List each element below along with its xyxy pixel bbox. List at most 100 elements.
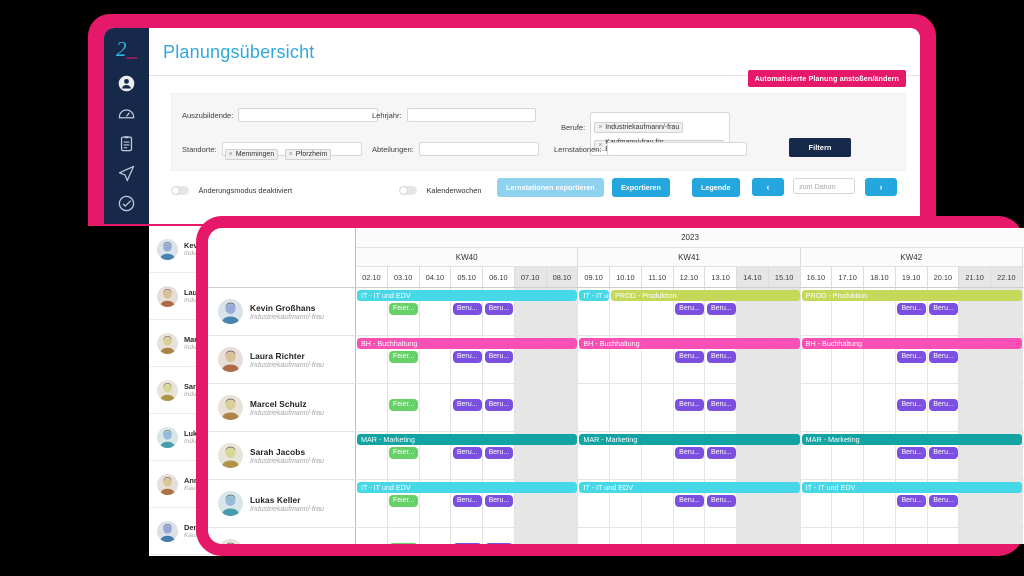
row-person-cell[interactable]: Marcel Schulz Industriekaufmann/-frau: [208, 384, 356, 431]
remove-tag-icon[interactable]: ×: [598, 124, 602, 131]
vocational-school-chip[interactable]: Beru...: [484, 351, 514, 363]
vocational-school-chip[interactable]: Beru...: [452, 447, 482, 459]
department-bar[interactable]: PROD - Produktion: [611, 290, 800, 301]
holiday-chip[interactable]: Feier...: [389, 399, 418, 411]
day-cell[interactable]: [674, 528, 706, 544]
department-bar[interactable]: IT - IT und EDV: [579, 482, 800, 493]
vocational-school-chip[interactable]: Beru...: [706, 303, 736, 315]
export-button[interactable]: Exportieren: [612, 178, 670, 197]
vocational-school-chip[interactable]: Beru...: [929, 303, 958, 315]
department-bar[interactable]: BH - Buchhaltung: [357, 338, 578, 349]
vocational-school-chip[interactable]: Beru...: [675, 303, 704, 315]
day-cell[interactable]: [928, 528, 960, 544]
abteilungen-input[interactable]: [418, 142, 539, 156]
table-row[interactable]: Lukas Keller Industriekaufmann/-frau IT - …: [208, 480, 1024, 528]
remove-tag-icon[interactable]: ×: [229, 151, 233, 158]
vocational-school-chip[interactable]: Beru...: [706, 447, 736, 459]
row-timeline-cell[interactable]: BH - Buchhaltung BH - Buchhaltung BH - Buc…: [356, 336, 1024, 383]
filter-button[interactable]: Filtern: [789, 138, 851, 157]
holiday-chip[interactable]: Feier...: [389, 543, 418, 544]
clipboard-icon[interactable]: [104, 128, 149, 158]
vocational-school-chip[interactable]: Beru...: [452, 351, 482, 363]
vocational-school-chip[interactable]: Beru...: [675, 399, 704, 411]
row-timeline-cell[interactable]: Feier... Beru...Beru...: [356, 528, 1024, 544]
holiday-chip[interactable]: Feier...: [389, 495, 418, 507]
next-period-button[interactable]: ›: [865, 178, 897, 196]
day-cell[interactable]: [546, 528, 579, 544]
vocational-school-chip[interactable]: Beru...: [452, 303, 482, 315]
holiday-chip[interactable]: Feier...: [389, 447, 418, 459]
row-timeline-cell[interactable]: IT - IT und EDVIT - IT und EDVPROD - Pro…: [356, 288, 1024, 335]
table-row[interactable]: Anna Weber Feier... Beru...Beru...: [208, 528, 1024, 544]
vocational-school-chip[interactable]: Beru...: [706, 351, 736, 363]
row-timeline-cell[interactable]: IT - IT und EDV IT - IT und EDV IT - IT un…: [356, 480, 1024, 527]
table-row[interactable]: Laura Richter Industriekaufmann/-frau BH -…: [208, 336, 1024, 384]
row-person-cell[interactable]: Lukas Keller Industriekaufmann/-frau: [208, 480, 356, 527]
day-cell[interactable]: [705, 528, 737, 544]
table-row[interactable]: Sarah Jacobs Industriekaufmann/-frau MAR -…: [208, 432, 1024, 480]
table-row[interactable]: Kevin Großhans Industriekaufmann/-frau IT …: [208, 288, 1024, 336]
day-cell[interactable]: [642, 384, 674, 431]
export-stations-button[interactable]: Lernstationen exportieren: [497, 178, 604, 197]
day-cell[interactable]: [832, 384, 864, 431]
table-row[interactable]: Marcel Schulz Industriekaufmann/-frau Feie…: [208, 384, 1024, 432]
department-bar[interactable]: MAR - Marketing: [579, 434, 800, 445]
toggle-switch[interactable]: [171, 186, 189, 196]
day-cell[interactable]: [959, 384, 991, 431]
day-cell[interactable]: [483, 528, 515, 544]
vocational-school-chip[interactable]: Beru...: [929, 351, 958, 363]
vocational-school-chip[interactable]: Beru...: [484, 399, 514, 411]
vocational-school-chip[interactable]: Beru...: [897, 303, 927, 315]
toggle-switch[interactable]: [399, 186, 417, 196]
day-cell[interactable]: [832, 528, 864, 544]
day-cell[interactable]: [864, 528, 896, 544]
department-bar[interactable]: IT - IT und EDV: [357, 290, 578, 301]
row-person-cell[interactable]: Laura Richter Industriekaufmann/-frau: [208, 336, 356, 383]
day-cell[interactable]: [546, 384, 579, 431]
day-cell[interactable]: [514, 528, 547, 544]
account-icon[interactable]: [104, 68, 149, 98]
day-cell[interactable]: [801, 528, 833, 544]
row-person-cell[interactable]: Kevin Großhans Industriekaufmann/-frau: [208, 288, 356, 335]
lehrjahr-input[interactable]: [406, 108, 536, 122]
remove-tag-icon[interactable]: ×: [289, 151, 293, 158]
row-person-cell[interactable]: Anna Weber: [208, 528, 356, 544]
calendar-grid-icon[interactable]: [104, 218, 149, 224]
vocational-school-chip[interactable]: Beru...: [929, 447, 958, 459]
vocational-school-chip[interactable]: Beru...: [897, 447, 927, 459]
day-cell[interactable]: [356, 528, 388, 544]
day-cell[interactable]: [578, 384, 610, 431]
day-cell[interactable]: [801, 384, 833, 431]
calendar-weeks-toggle[interactable]: Kalenderwochen: [399, 182, 482, 200]
vocational-school-chip[interactable]: Beru...: [897, 495, 927, 507]
vocational-school-chip[interactable]: Beru...: [706, 495, 736, 507]
send-icon[interactable]: [104, 158, 149, 188]
department-bar[interactable]: IT - IT und EDV: [801, 482, 1022, 493]
department-bar[interactable]: IT - IT und EDV: [579, 290, 610, 301]
department-bar[interactable]: MAR - Marketing: [357, 434, 578, 445]
day-cell[interactable]: [610, 528, 642, 544]
auto-plan-button[interactable]: Automatisierte Planung anstoßen/ändern: [747, 70, 906, 87]
vocational-school-chip[interactable]: Beru...: [452, 495, 482, 507]
department-bar[interactable]: PROD - Produktion: [801, 290, 1022, 301]
day-cell[interactable]: [578, 528, 610, 544]
app-logo[interactable]: 2_: [104, 32, 149, 66]
holiday-chip[interactable]: Feier...: [389, 303, 418, 315]
check-circle-icon[interactable]: [104, 188, 149, 218]
vocational-school-chip[interactable]: Beru...: [484, 495, 514, 507]
vocational-school-chip[interactable]: Beru...: [484, 447, 514, 459]
vocational-school-chip[interactable]: Beru...: [675, 447, 704, 459]
day-cell[interactable]: [991, 528, 1023, 544]
department-bar[interactable]: MAR - Marketing: [801, 434, 1022, 445]
standorte-input[interactable]: × Memmingen × Pforzheim: [221, 142, 362, 160]
vocational-school-chip[interactable]: Beru...: [484, 543, 514, 544]
day-cell[interactable]: [864, 384, 896, 431]
vocational-school-chip[interactable]: Beru...: [897, 399, 927, 411]
row-timeline-cell[interactable]: MAR - Marketing MAR - Marketing MAR - Mark…: [356, 432, 1024, 479]
holiday-chip[interactable]: Feier...: [389, 351, 418, 363]
vocational-school-chip[interactable]: Beru...: [675, 495, 704, 507]
day-cell[interactable]: [737, 528, 769, 544]
day-cell[interactable]: [451, 528, 483, 544]
day-cell[interactable]: [356, 384, 388, 431]
vocational-school-chip[interactable]: Beru...: [452, 399, 482, 411]
